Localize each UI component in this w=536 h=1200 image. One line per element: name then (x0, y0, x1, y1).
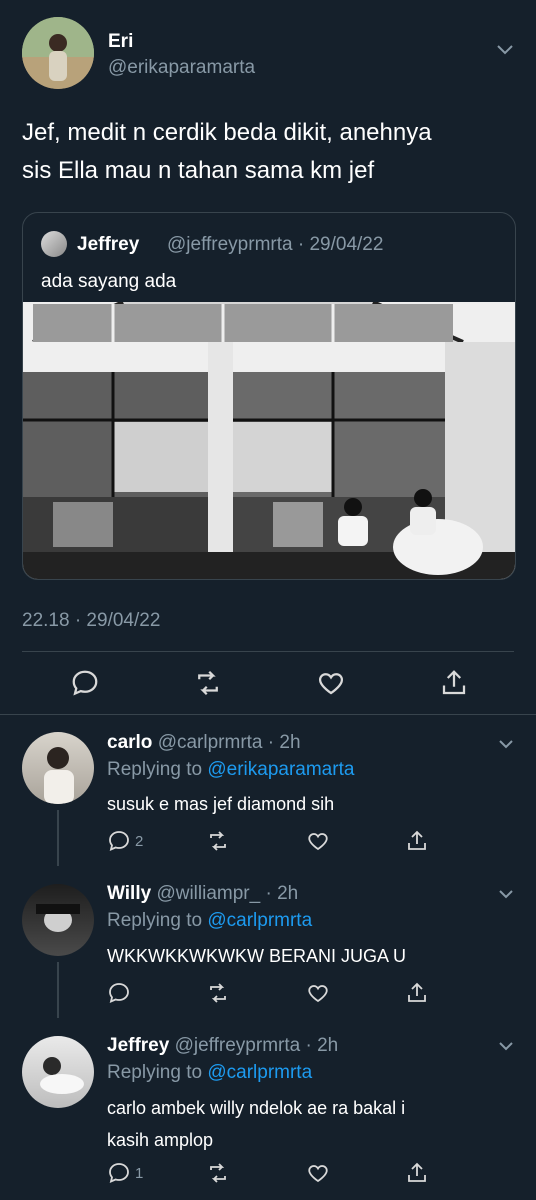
like-icon[interactable] (316, 668, 346, 698)
retweet-icon[interactable] (206, 980, 230, 1006)
reply-actions: 2 (107, 828, 517, 854)
retweet-icon[interactable] (193, 668, 223, 698)
reply-icon[interactable]: 1 (107, 1160, 143, 1186)
share-icon[interactable] (405, 828, 429, 854)
reply-text: susuk e mas jef diamond sih (107, 794, 335, 814)
reply-tweet[interactable]: Jeffrey @jeffreyprmrta · 2h Replying to … (0, 1018, 536, 1200)
reply-avatar[interactable] (22, 1036, 94, 1108)
reply-text: carlo ambek willy ndelok ae ra bakal i k… (107, 1098, 406, 1150)
author-name[interactable]: Eri (108, 31, 133, 53)
replying-to-link[interactable]: @erikaparamarta (207, 759, 354, 780)
chevron-down-icon[interactable] (498, 738, 514, 750)
replying-to-link[interactable]: @carlprmrta (207, 910, 312, 931)
reply-author-meta: @williampr_ · 2h (156, 883, 299, 904)
reply-icon[interactable] (107, 980, 135, 1006)
author-avatar[interactable] (22, 17, 94, 89)
divider (22, 651, 514, 652)
chevron-down-icon[interactable] (496, 43, 514, 57)
reply-text: WKKWKKWKWKW BERANI JUGA U (107, 946, 407, 966)
tweet-timestamp[interactable]: 22.18 · 29/04/22 (22, 610, 160, 632)
reply-actions: 1 (107, 1160, 517, 1186)
replying-to-link[interactable]: @carlprmrta (207, 1062, 312, 1083)
share-icon[interactable] (439, 668, 469, 698)
quoted-author-avatar (41, 231, 67, 257)
reply-tweet[interactable]: Willy @williampr_ · 2h Replying to @carl… (0, 866, 536, 1018)
reply-header: carlo @carlprmrta · 2h (107, 732, 301, 754)
reply-author-name[interactable]: Jeffrey (107, 1035, 169, 1056)
like-icon[interactable] (306, 828, 330, 854)
reply-count: 2 (135, 832, 144, 850)
replying-to-label: Replying to (107, 759, 203, 780)
replying-to: Replying to @erikaparamarta (107, 759, 354, 781)
retweet-icon[interactable] (206, 1160, 230, 1186)
replying-to: Replying to @carlprmrta (107, 1062, 312, 1084)
author-handle[interactable]: @erikaparamarta (108, 57, 255, 79)
thread-line (57, 810, 59, 866)
reply-avatar[interactable] (22, 732, 94, 804)
quoted-author-meta: @jeffreyprmrta · 29/04/22 (167, 234, 384, 255)
replying-to-label: Replying to (107, 1062, 203, 1083)
tweet-actions (0, 668, 536, 698)
like-icon[interactable] (306, 1160, 330, 1186)
tweet-text-line: sis Ella mau n tahan sama km jef (22, 157, 375, 184)
like-icon[interactable] (306, 980, 330, 1006)
reply-header: Willy @williampr_ · 2h (107, 883, 298, 905)
replying-to-label: Replying to (107, 910, 203, 931)
reply-author-name[interactable]: Willy (107, 883, 151, 904)
reply-icon[interactable] (70, 668, 100, 698)
retweet-icon[interactable] (206, 828, 230, 854)
reply-author-meta: @carlprmrta · 2h (157, 732, 301, 753)
tweet-text: Jef, medit n cerdik beda dikit, anehnya … (22, 114, 522, 190)
quoted-tweet-photo[interactable] (23, 302, 515, 579)
quoted-tweet[interactable]: Jeffrey @jeffreyprmrta · 29/04/22 ada sa… (22, 212, 516, 580)
reply-count: 1 (135, 1164, 144, 1182)
tweet-text-line: Jef, medit n cerdik beda dikit, anehnya (22, 119, 432, 146)
share-icon[interactable] (405, 980, 429, 1006)
reply-header: Jeffrey @jeffreyprmrta · 2h (107, 1035, 338, 1057)
quoted-author-name: Jeffrey (77, 234, 140, 255)
chevron-down-icon[interactable] (498, 888, 514, 900)
reply-author-name[interactable]: carlo (107, 732, 152, 753)
reply-author-meta: @jeffreyprmrta · 2h (174, 1035, 339, 1056)
reply-tweet[interactable]: carlo @carlprmrta · 2h Replying to @erik… (0, 714, 536, 866)
reply-icon[interactable]: 2 (107, 828, 143, 854)
reply-avatar[interactable] (22, 884, 94, 956)
quoted-tweet-text: ada sayang ada (41, 271, 177, 292)
reply-actions (107, 980, 517, 1006)
replying-to: Replying to @carlprmrta (107, 910, 312, 932)
share-icon[interactable] (405, 1160, 429, 1186)
thread-line (57, 962, 59, 1018)
chevron-down-icon[interactable] (498, 1040, 514, 1052)
tweet-header: Eri @erikaparamarta (22, 17, 514, 91)
